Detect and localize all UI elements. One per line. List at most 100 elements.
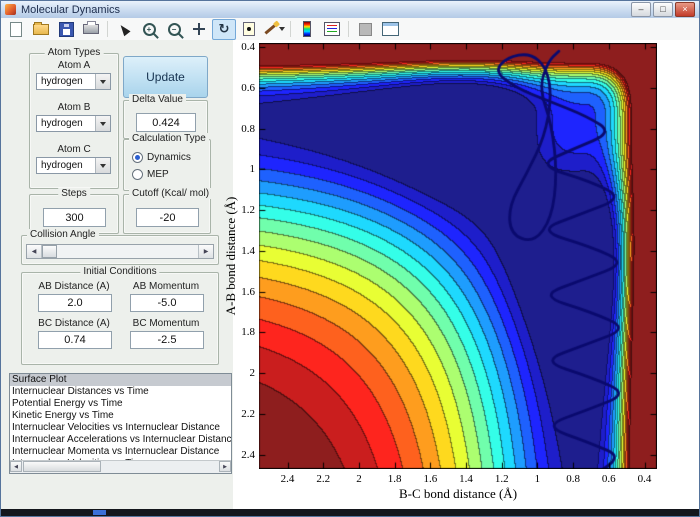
zoom-in-button[interactable] xyxy=(137,19,161,40)
show-plot-tools-button[interactable] xyxy=(378,19,402,40)
brush-data-icon xyxy=(264,24,275,34)
y-tick-label: 1.2 xyxy=(229,204,255,216)
open-file-icon xyxy=(33,24,49,35)
steps-field[interactable]: 300 xyxy=(43,208,106,227)
radio-label: MEP xyxy=(147,169,169,180)
calculation-type-title: Calculation Type xyxy=(129,133,209,144)
y-tick-label: 1.6 xyxy=(229,286,255,298)
cutoff-title: Cutoff (Kcal/ mol) xyxy=(129,188,212,199)
data-cursor-icon xyxy=(243,22,255,36)
new-file-icon xyxy=(10,22,22,37)
y-tick-label: 2.4 xyxy=(229,449,255,461)
window-title: Molecular Dynamics xyxy=(21,4,120,16)
list-item[interactable]: Surface Plot xyxy=(10,374,231,386)
taskbar-app-chip[interactable] xyxy=(93,510,106,515)
initial-conditions-title: Initial Conditions xyxy=(80,266,159,277)
chevron-down-icon xyxy=(100,80,106,84)
list-item[interactable]: Potential Energy vs Time xyxy=(10,398,231,410)
bc-momentum-field[interactable]: -2.5 xyxy=(130,331,204,349)
slider-right-arrow-icon[interactable] xyxy=(198,245,213,258)
scroll-left-icon[interactable] xyxy=(10,461,22,472)
rotate-3d-button[interactable]: ↻ xyxy=(212,19,236,40)
dropdown-value: hydrogen xyxy=(37,74,95,89)
x-axis-label: B-C bond distance (Å) xyxy=(399,486,517,502)
scrollbar-thumb[interactable] xyxy=(23,461,101,472)
x-tick-label: 1.2 xyxy=(495,473,509,485)
x-tick-label: 0.8 xyxy=(566,473,580,485)
ab-momentum-field[interactable]: -5.0 xyxy=(130,294,204,312)
slider-thumb[interactable] xyxy=(42,245,57,258)
data-cursor-button[interactable] xyxy=(237,19,261,40)
pan-button[interactable] xyxy=(187,19,211,40)
list-item[interactable]: Internuclear Velocities vs Internuclear … xyxy=(10,422,231,434)
save-figure-button[interactable] xyxy=(54,19,78,40)
atom-types-title: Atom Types xyxy=(45,47,104,58)
minimize-button[interactable]: – xyxy=(631,2,651,17)
edit-cursor-button[interactable] xyxy=(112,19,136,40)
slider-left-arrow-icon[interactable] xyxy=(27,245,42,258)
brush-data-button[interactable] xyxy=(262,19,286,40)
y-tick-label: 0.8 xyxy=(229,123,255,135)
collision-angle-slider[interactable] xyxy=(26,244,214,259)
close-button[interactable]: × xyxy=(675,2,695,17)
initial-conditions-panel: Initial Conditions AB Distance (A)2.0AB … xyxy=(21,272,219,365)
y-tick-label: 1 xyxy=(229,163,255,175)
steps-title: Steps xyxy=(58,188,90,199)
list-item[interactable]: Kinetic Energy vs Time xyxy=(10,410,231,422)
insert-legend-button[interactable] xyxy=(320,19,344,40)
title-bar[interactable]: Molecular Dynamics – □ × xyxy=(1,1,699,19)
listbox-hscrollbar[interactable] xyxy=(10,460,231,473)
zoom-out-button[interactable] xyxy=(162,19,186,40)
collision-angle-panel: Collision Angle xyxy=(21,235,219,265)
new-file-button[interactable] xyxy=(4,19,28,40)
atom-b-dropdown[interactable]: hydrogen xyxy=(36,115,111,132)
bc-distance-a-field[interactable]: 0.74 xyxy=(38,331,112,349)
update-button[interactable]: Update xyxy=(123,56,208,98)
x-tick-label: 1.6 xyxy=(423,473,437,485)
potential-surface-canvas[interactable] xyxy=(259,43,657,469)
taskbar-sliver xyxy=(1,509,700,516)
mep-radio[interactable]: MEP xyxy=(132,169,169,180)
y-tick-label: 0.4 xyxy=(229,41,255,53)
maximize-button[interactable]: □ xyxy=(653,2,673,17)
toolbar-separator xyxy=(290,21,291,37)
dropdown-value: hydrogen xyxy=(37,116,95,131)
open-file-button[interactable] xyxy=(29,19,53,40)
y-tick-label: 2 xyxy=(229,367,255,379)
cutoff-field[interactable]: -20 xyxy=(136,208,199,227)
list-item[interactable]: Internuclear Momenta vs Internuclear Dis… xyxy=(10,446,231,458)
atom-a-dropdown[interactable]: hydrogen xyxy=(36,73,111,90)
hide-plot-tools-icon xyxy=(359,23,372,36)
print-figure-icon xyxy=(83,24,99,34)
figure-area: Atom Types Atom AhydrogenAtom BhydrogenA… xyxy=(1,40,699,511)
dropdown-arrow-button[interactable] xyxy=(95,116,110,131)
edit-cursor-icon xyxy=(117,22,130,36)
insert-colorbar-icon xyxy=(303,21,311,37)
plot-type-listbox[interactable]: Surface PlotInternuclear Distances vs Ti… xyxy=(9,373,232,474)
y-tick-label: 0.6 xyxy=(229,82,255,94)
list-item[interactable]: Internuclear Accelerations vs Internucle… xyxy=(10,434,231,446)
hide-plot-tools-button[interactable] xyxy=(353,19,377,40)
bc-distance-a-label: BC Distance (A) xyxy=(29,318,119,329)
zoom-in-icon xyxy=(143,23,156,36)
y-tick-label: 1.4 xyxy=(229,245,255,257)
dropdown-arrow-button[interactable] xyxy=(95,74,110,89)
dropdown-caret-icon xyxy=(279,27,285,31)
save-figure-icon xyxy=(59,22,74,37)
atom-types-panel: Atom Types Atom AhydrogenAtom BhydrogenA… xyxy=(29,53,119,189)
ab-momentum-label: AB Momentum xyxy=(121,281,211,292)
insert-colorbar-button[interactable] xyxy=(295,19,319,40)
y-tick-label: 1.8 xyxy=(229,326,255,338)
print-figure-button[interactable] xyxy=(79,19,103,40)
dynamics-radio[interactable]: Dynamics xyxy=(132,152,191,163)
dropdown-arrow-button[interactable] xyxy=(95,158,110,173)
list-item[interactable]: Internuclear Distances vs Time xyxy=(10,386,231,398)
atom-c-dropdown[interactable]: hydrogen xyxy=(36,157,111,174)
rotate-3d-icon: ↻ xyxy=(219,23,230,36)
delta-value-field[interactable]: 0.424 xyxy=(136,113,196,132)
scroll-right-icon[interactable] xyxy=(219,461,231,472)
ab-distance-a-field[interactable]: 2.0 xyxy=(38,294,112,312)
atom-c-label: Atom C xyxy=(30,144,118,155)
scrollbar-track[interactable] xyxy=(22,461,219,473)
x-tick-label: 1 xyxy=(535,473,541,485)
